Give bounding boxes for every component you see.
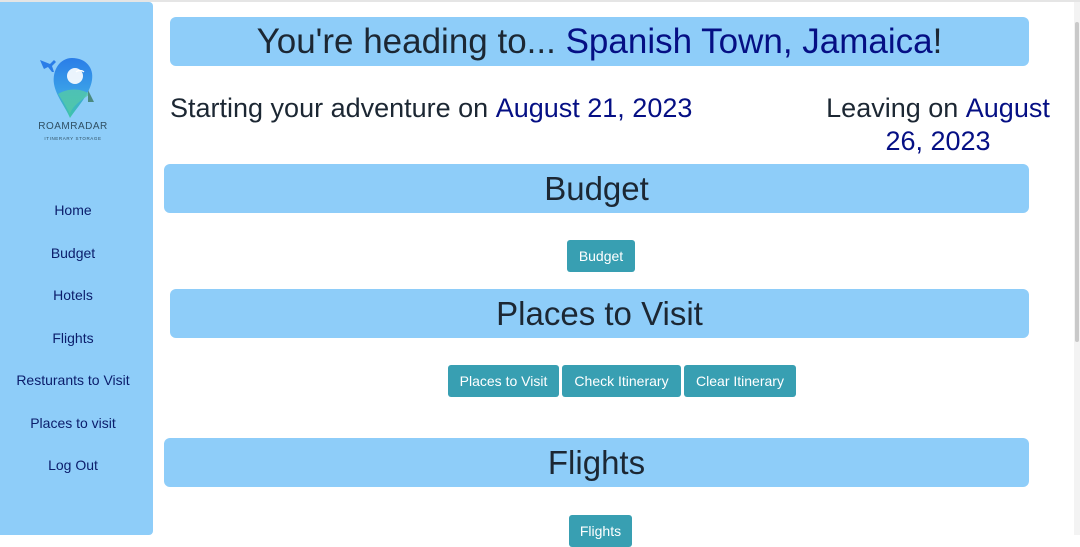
sidebar-item-hotels[interactable]: Hotels: [0, 287, 146, 303]
roamradar-logo-icon: [40, 58, 94, 118]
destination-banner: You're heading to... Spanish Town, Jamai…: [170, 17, 1029, 66]
leave-date-line: Leaving on August 26, 2023: [813, 92, 1063, 158]
places-to-visit-button[interactable]: Places to Visit: [448, 365, 559, 397]
start-date-line: Starting your adventure on August 21, 20…: [170, 92, 770, 125]
sidebar-item-restaurants[interactable]: Resturants to Visit: [0, 372, 146, 388]
sidebar-item-flights[interactable]: Flights: [0, 330, 146, 346]
destination-name: Spanish Town, Jamaica: [565, 22, 933, 61]
sidebar-item-budget[interactable]: Budget: [0, 245, 146, 261]
check-itinerary-button[interactable]: Check Itinerary: [562, 365, 681, 397]
sidebar-item-places[interactable]: Places to visit: [0, 415, 146, 431]
leave-date-part1: August: [965, 93, 1050, 123]
clear-itinerary-button[interactable]: Clear Itinerary: [684, 365, 796, 397]
leave-prefix: Leaving on: [826, 93, 966, 123]
budget-section-title: Budget: [164, 164, 1029, 213]
destination-suffix: !: [932, 22, 943, 61]
main-content: You're heading to... Spanish Town, Jamai…: [153, 0, 1074, 547]
budget-button[interactable]: Budget: [567, 240, 635, 272]
start-date: August 21, 2023: [495, 93, 693, 123]
sidebar: ROAMRADAR ITINERARY STORAGE Home Budget …: [0, 2, 153, 535]
flights-section-title: Flights: [164, 438, 1029, 487]
leave-date-part2: 26, 2023: [885, 126, 991, 156]
brand-tagline: ITINERARY STORAGE: [44, 136, 102, 141]
sidebar-item-home[interactable]: Home: [0, 202, 146, 218]
scrollbar[interactable]: [1074, 2, 1080, 535]
scroll-thumb[interactable]: [1075, 22, 1079, 342]
flights-button[interactable]: Flights: [569, 515, 632, 547]
places-section-title: Places to Visit: [170, 289, 1029, 338]
brand-name: ROAMRADAR: [38, 121, 108, 132]
destination-prefix: You're heading to...: [256, 22, 566, 61]
sidebar-item-logout[interactable]: Log Out: [0, 457, 146, 473]
start-prefix: Starting your adventure on: [170, 93, 496, 123]
